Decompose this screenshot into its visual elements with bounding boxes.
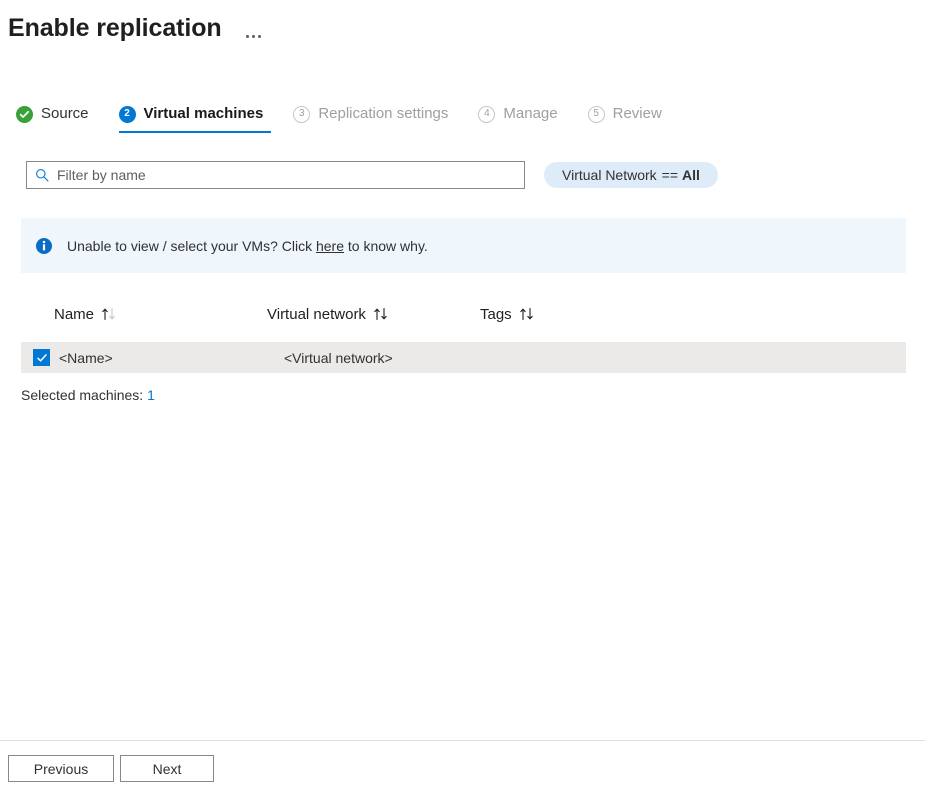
wizard-tabs: Source 2 Virtual machines 3 Replication … (0, 104, 925, 140)
page-header: Enable replication (0, 0, 925, 44)
filter-pill-value: All (682, 167, 700, 183)
search-input[interactable] (57, 167, 516, 183)
cell-name: <Name> (50, 350, 284, 366)
tab-review-label: Review (613, 104, 662, 124)
column-header-name[interactable]: Name (54, 306, 267, 323)
info-banner-text-after: to know why. (348, 238, 428, 254)
next-button[interactable]: Next (120, 755, 214, 782)
tab-virtual-machines-label: Virtual machines (144, 104, 264, 124)
sort-updown-icon (519, 307, 535, 321)
tab-manage[interactable]: 4 Manage (478, 104, 569, 133)
page-title: Enable replication (8, 13, 222, 43)
ellipsis-dot (258, 35, 261, 38)
column-header-tags[interactable]: Tags (480, 306, 640, 323)
tab-manage-label: Manage (503, 104, 557, 124)
filter-pill-operator: == (662, 167, 678, 183)
column-header-virtual-network-label: Virtual network (267, 306, 366, 323)
step-number-badge: 3 (293, 106, 310, 123)
info-banner: Unable to view / select your VMs? Click … (21, 218, 906, 273)
search-icon (35, 168, 49, 182)
info-banner-text: Unable to view / select your VMs? Click … (67, 236, 428, 256)
step-number-badge: 4 (478, 106, 495, 123)
search-box[interactable] (26, 161, 525, 189)
virtual-network-filter-pill[interactable]: Virtual Network == All (544, 162, 718, 188)
tab-source-label: Source (41, 104, 89, 124)
filter-row: Virtual Network == All (0, 160, 925, 190)
cell-virtual-network: <Virtual network> (284, 350, 497, 366)
selected-machines-count[interactable]: 1 (147, 387, 155, 403)
info-banner-link[interactable]: here (316, 238, 344, 254)
tab-virtual-machines[interactable]: 2 Virtual machines (119, 104, 276, 133)
column-header-tags-label: Tags (480, 306, 512, 323)
previous-button[interactable]: Previous (8, 755, 114, 782)
step-number-badge: 2 (119, 106, 136, 123)
tab-review[interactable]: 5 Review (588, 104, 674, 133)
table-row[interactable]: <Name> <Virtual network> (21, 342, 906, 373)
wizard-footer: Previous Next (0, 740, 925, 796)
sort-updown-icon (373, 307, 389, 321)
tab-replication-settings[interactable]: 3 Replication settings (293, 104, 460, 133)
ellipsis-dot (252, 35, 255, 38)
info-icon (35, 237, 53, 255)
column-header-virtual-network[interactable]: Virtual network (267, 306, 480, 323)
tab-source[interactable]: Source (16, 104, 101, 133)
tab-replication-settings-label: Replication settings (318, 104, 448, 124)
check-circle-icon (16, 106, 33, 123)
step-number-badge: 5 (588, 106, 605, 123)
column-header-name-label: Name (54, 306, 94, 323)
filter-pill-field: Virtual Network (562, 167, 657, 183)
selected-machines-summary: Selected machines: 1 (21, 387, 925, 403)
vm-table: Name Virtual network Tags (21, 300, 906, 373)
sort-updown-icon (101, 307, 117, 321)
selected-machines-label: Selected machines: (21, 387, 143, 403)
ellipsis-icon[interactable] (246, 14, 261, 42)
info-banner-text-before: Unable to view / select your VMs? Click (67, 238, 312, 254)
row-checkbox[interactable] (33, 349, 50, 366)
ellipsis-dot (246, 35, 249, 38)
table-header-row: Name Virtual network Tags (21, 300, 906, 328)
